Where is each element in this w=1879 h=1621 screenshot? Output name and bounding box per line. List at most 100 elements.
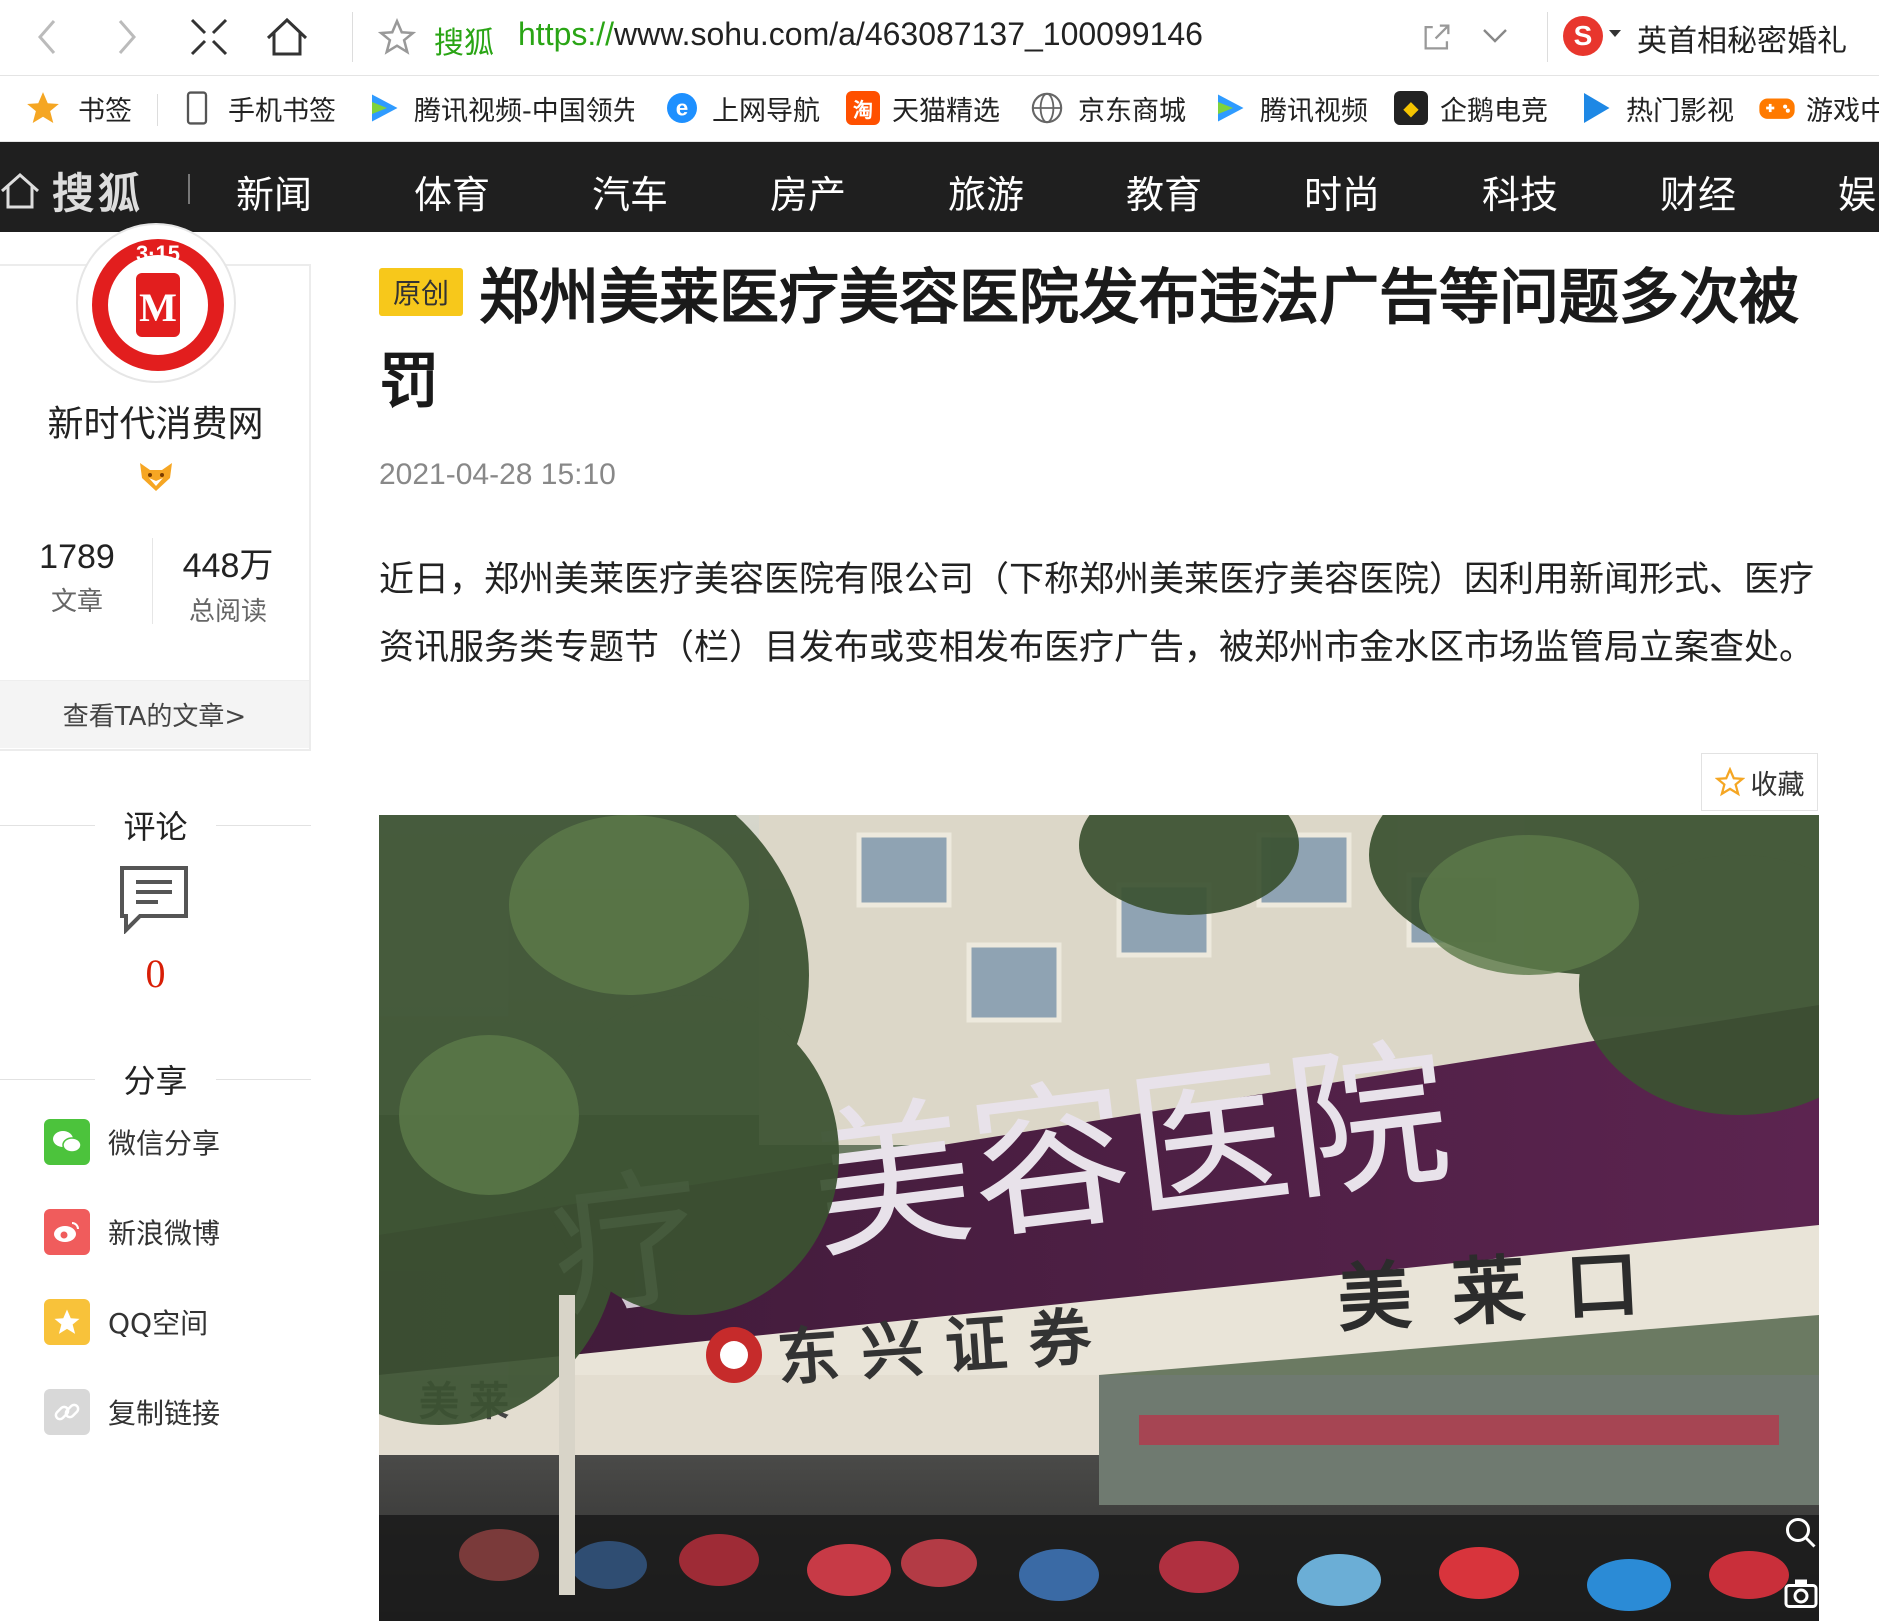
articles-count: 1789 — [39, 538, 115, 576]
nav-item-finance[interactable]: 财经 — [1660, 164, 1736, 219]
search-suggestion[interactable]: 英首相秘密婚礼 — [1637, 16, 1847, 60]
nav-item-auto[interactable]: 汽车 — [592, 164, 668, 219]
bookmark-label: 腾讯视频 — [1260, 95, 1368, 127]
share-wechat-button[interactable]: 微信分享 — [44, 1117, 220, 1167]
bookmark-label: 企鹅电竞 — [1440, 95, 1548, 127]
bookmark-item[interactable]: 手机书签 — [182, 86, 336, 130]
camera-icon[interactable] — [1783, 1575, 1819, 1611]
comment-icon[interactable] — [118, 864, 190, 934]
nav-item-travel[interactable]: 旅游 — [948, 164, 1024, 219]
bookmark-label: 京东商城 — [1078, 95, 1186, 127]
nav-item-news[interactable]: 新闻 — [236, 164, 312, 219]
share-heading-label: 分享 — [123, 1062, 188, 1100]
globe-icon — [1031, 92, 1063, 124]
stop-button[interactable] — [184, 12, 234, 62]
close-icon — [190, 18, 228, 56]
penguin-esports-icon: ◆ — [1394, 91, 1428, 125]
bookmark-item[interactable]: 游戏中 — [1758, 86, 1879, 130]
hospital-facade-illustration: 美容医院 疗 东兴证券 美莱口 美莱 — [379, 815, 1819, 1621]
reads-stat: 448万 总阅读 — [153, 538, 303, 628]
share-icon[interactable] — [1420, 20, 1454, 54]
site-logo[interactable]: 搜狐 — [0, 160, 144, 221]
comment-heading-label: 评论 — [123, 808, 188, 846]
share-label: 新浪微博 — [108, 1217, 221, 1250]
star-outline-icon — [1714, 767, 1745, 797]
bookmark-item[interactable]: e 上网导航 — [664, 86, 820, 130]
comment-count[interactable]: 0 — [0, 950, 311, 997]
bookmark-label: 热门影视 — [1626, 95, 1734, 127]
site-nav-bar: 搜狐 新闻 体育 汽车 房产 旅游 教育 时尚 科技 财经 娱 — [0, 142, 1879, 232]
url-path: www.sohu.com/a/463087137_100099146 — [614, 16, 1203, 52]
fox-badge-icon — [140, 463, 172, 491]
nav-item-entertainment[interactable]: 娱 — [1838, 164, 1876, 219]
phone-icon — [186, 91, 208, 125]
site-name-label: 搜狐 — [434, 26, 494, 61]
bookmark-divider — [157, 94, 158, 126]
tencent-video-icon — [372, 94, 398, 122]
bookmark-item[interactable]: 淘 天猫精选 — [846, 86, 1000, 130]
bookmark-label: 上网导航 — [712, 95, 820, 127]
comment-heading: 评论 — [0, 802, 311, 848]
zoom-search-icon[interactable] — [1783, 1515, 1819, 1551]
article-lead-paragraph: 近日，郑州美莱医疗美容医院有限公司（下称郑州美莱医疗美容医院）因利用新闻形式、医… — [379, 560, 1815, 668]
reads-label: 总阅读 — [188, 597, 267, 627]
svg-text:e: e — [676, 96, 689, 121]
view-author-articles-link[interactable]: 查看TA的文章> — [0, 680, 309, 748]
share-qzone-button[interactable]: QQ空间 — [44, 1297, 208, 1347]
weibo-icon — [44, 1209, 90, 1255]
bookmark-item[interactable]: ◆ 企鹅电竞 — [1394, 86, 1548, 130]
toolbar-divider — [352, 12, 353, 62]
url-field[interactable]: https://www.sohu.com/a/463087137_1000991… — [518, 16, 1203, 53]
ie-icon: e — [667, 93, 697, 123]
star-icon — [27, 92, 59, 124]
nav-item-sports[interactable]: 体育 — [414, 164, 490, 219]
qzone-icon — [44, 1299, 90, 1345]
back-arrow-icon — [38, 20, 56, 54]
bookmark-label: 天猫精选 — [892, 95, 1000, 127]
nav-divider — [188, 174, 190, 204]
back-button[interactable] — [22, 12, 72, 62]
link-icon — [44, 1389, 90, 1435]
nav-item-tech[interactable]: 科技 — [1482, 164, 1558, 219]
nav-item-education[interactable]: 教育 — [1126, 164, 1202, 219]
home-icon — [1, 172, 39, 208]
copy-link-button[interactable]: 复制链接 — [44, 1387, 220, 1437]
taobao-icon: 淘 — [846, 91, 880, 125]
bookmark-item[interactable]: 腾讯视频 — [1212, 86, 1368, 130]
share-heading: 分享 — [0, 1056, 311, 1102]
bookmark-item[interactable]: 书签 — [24, 86, 132, 130]
site-logo-text: 搜狐 — [52, 169, 145, 218]
nav-item-realestate[interactable]: 房产 — [770, 164, 846, 219]
publish-time: 2021-04-28 15:10 — [379, 458, 616, 491]
gamepad-icon — [1759, 98, 1795, 119]
play-icon — [1584, 93, 1610, 123]
bookmark-label: 书签 — [78, 95, 132, 127]
article-photo: 美容医院 疗 东兴证券 美莱口 美莱 — [379, 815, 1819, 1621]
bookmark-star-icon[interactable] — [378, 18, 416, 56]
tencent-video-icon — [1218, 94, 1244, 122]
toolbar-divider — [1547, 12, 1548, 62]
home-button[interactable] — [262, 12, 312, 62]
bookmark-item[interactable]: 热门影视 — [1578, 86, 1734, 130]
sogou-search-icon[interactable]: S — [1563, 16, 1603, 56]
share-label: 微信分享 — [108, 1127, 221, 1160]
author-avatar[interactable]: M 3·15 — [76, 223, 236, 383]
favorite-label: 收藏 — [1750, 769, 1805, 801]
nav-item-fashion[interactable]: 时尚 — [1304, 164, 1380, 219]
favorite-button[interactable]: 收藏 — [1701, 753, 1818, 811]
articles-label: 文章 — [50, 587, 103, 617]
store-sign-right: 美莱口 — [1335, 1239, 1681, 1343]
url-protocol: https:// — [518, 16, 615, 52]
forward-button[interactable] — [102, 12, 152, 62]
share-weibo-button[interactable]: 新浪微博 — [44, 1207, 220, 1257]
reads-count: 448万 — [182, 547, 274, 585]
home-icon — [266, 17, 308, 56]
chevron-down-icon[interactable] — [1480, 24, 1510, 48]
bookmark-label: 游戏中 — [1806, 95, 1879, 127]
browser-address-bar: 搜狐 https://www.sohu.com/a/463087137_1000… — [0, 0, 1879, 76]
bookmark-item[interactable]: 京东商城 — [1030, 86, 1186, 130]
share-label: 复制链接 — [108, 1397, 221, 1430]
caret-down-icon[interactable] — [1609, 30, 1621, 37]
author-name[interactable]: 新时代消费网 — [0, 395, 311, 447]
bookmark-item[interactable]: 腾讯视频-中国领先 — [366, 86, 634, 130]
